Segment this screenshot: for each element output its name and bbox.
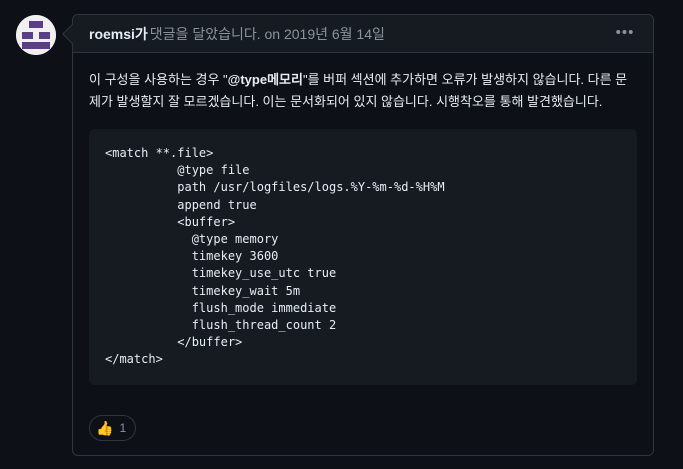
comment-body: 이 구성을 사용하는 경우 "@type메모리"를 버퍼 섹션에 추가하면 오류… xyxy=(73,53,653,385)
comment-meta: 댓글을 달았습니다. on 2019년 6월 14일 xyxy=(149,25,385,42)
code-line: timekey 3600 xyxy=(105,249,279,264)
code-line: @type memory xyxy=(105,232,279,247)
avatar[interactable] xyxy=(16,15,56,55)
comment-text: 이 구성을 사용하는 경우 "@type메모리"를 버퍼 섹션에 추가하면 오류… xyxy=(89,69,637,113)
code-line: flush_mode immediate xyxy=(105,300,337,315)
code-line: </match> xyxy=(105,352,163,367)
code-line: </buffer> xyxy=(105,335,243,350)
reaction-thumbs-up-button[interactable]: 👍 1 xyxy=(89,415,137,441)
code-line: <buffer> xyxy=(105,214,236,229)
comment-box: roemsi가 댓글을 달았습니다. on 2019년 6월 14일 ••• 이… xyxy=(62,14,654,456)
identicon-icon xyxy=(16,15,56,55)
kebab-horizontal-icon[interactable]: ••• xyxy=(615,24,635,44)
comment-text-part1: 이 구성을 사용하는 경우 " xyxy=(89,72,228,87)
comment-text-bold: @type메모리 xyxy=(227,72,303,87)
reaction-count: 1 xyxy=(119,421,127,435)
code-line: flush_thread_count 2 xyxy=(105,318,337,333)
thumbs-up-icon: 👍 xyxy=(96,420,114,436)
comment-header: roemsi가 댓글을 달았습니다. on 2019년 6월 14일 ••• xyxy=(73,15,653,53)
code-line: <match **.file> xyxy=(105,146,214,160)
code-line: timekey_use_utc true xyxy=(105,266,337,281)
code-line: append true xyxy=(105,197,257,212)
code-line: path /usr/logfiles/logs.%Y-%m-%d-%H%M xyxy=(105,180,445,195)
code-line: timekey_wait 5m xyxy=(105,283,301,298)
code-line: @type file xyxy=(105,163,250,178)
author-link[interactable]: roemsi가 xyxy=(89,24,148,44)
code-block: <match **.file> @type file path /usr/log… xyxy=(89,129,637,385)
